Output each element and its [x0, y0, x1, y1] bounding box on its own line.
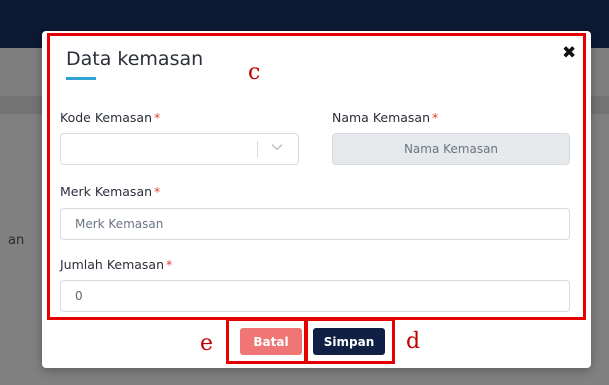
annotation-label-d: d [406, 329, 421, 354]
annotation-label-e: e [200, 331, 214, 356]
annotation-box-c [47, 33, 586, 320]
annotation-box-e [226, 318, 307, 364]
annotation-label-c: c [248, 60, 261, 85]
background-text: an [8, 233, 25, 248]
annotation-box-d [305, 318, 395, 364]
